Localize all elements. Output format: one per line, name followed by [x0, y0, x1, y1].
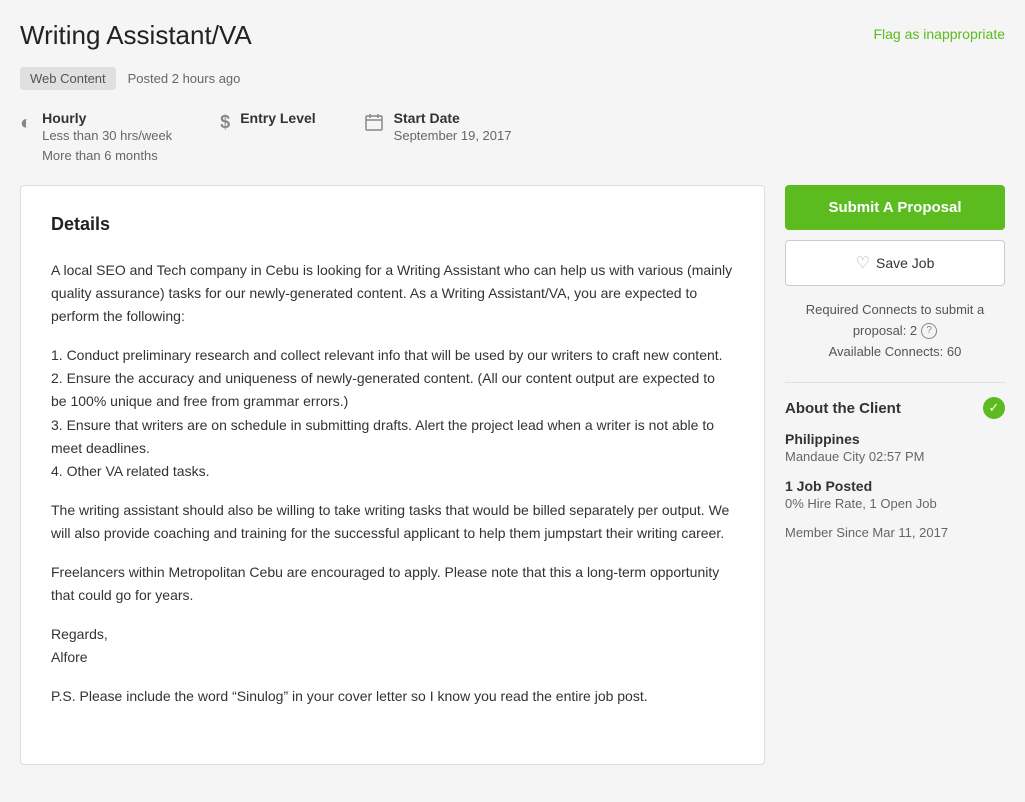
client-member-since: Member Since Mar 11, 2017 — [785, 525, 1005, 540]
verified-icon: ✓ — [983, 397, 1005, 419]
submit-proposal-button[interactable]: Submit A Proposal — [785, 185, 1005, 230]
level-info: $ Entry Level — [220, 110, 316, 165]
details-para-6: P.S. Please include the word “Sinulog” i… — [51, 685, 734, 708]
connects-line1: Required Connects to submit a — [785, 300, 1005, 321]
sidebar: Submit A Proposal ♡ Save Job Required Co… — [785, 185, 1005, 540]
details-heading: Details — [51, 214, 734, 235]
details-para-1: A local SEO and Tech company in Cebu is … — [51, 259, 734, 328]
details-para-3: The writing assistant should also be wil… — [51, 499, 734, 545]
hourly-info: ◐ Hourly Less than 30 hrs/week More than… — [20, 110, 172, 165]
help-icon[interactable]: ? — [921, 323, 937, 339]
save-job-label: Save Job — [876, 255, 934, 271]
calendar-icon — [364, 112, 384, 138]
details-para-2: 1. Conduct preliminary research and coll… — [51, 344, 734, 483]
hourly-sub1: Less than 30 hrs/week — [42, 126, 172, 146]
start-date-label: Start Date — [394, 110, 512, 126]
client-section: About the Client ✓ Philippines Mandaue C… — [785, 397, 1005, 540]
level-label: Entry Level — [240, 110, 315, 126]
dollar-icon: $ — [220, 112, 230, 133]
hourly-label: Hourly — [42, 110, 172, 126]
info-bar: ◐ Hourly Less than 30 hrs/week More than… — [20, 110, 1005, 165]
connects-info: Required Connects to submit a proposal: … — [785, 300, 1005, 362]
details-body: A local SEO and Tech company in Cebu is … — [51, 259, 734, 709]
start-date-value: September 19, 2017 — [394, 126, 512, 146]
start-date-info: Start Date September 19, 2017 — [364, 110, 512, 165]
heart-icon: ♡ — [856, 253, 870, 273]
flag-inappropriate-link[interactable]: Flag as inappropriate — [873, 26, 1005, 42]
page-title: Writing Assistant/VA — [20, 20, 252, 51]
content-panel: Details A local SEO and Tech company in … — [20, 185, 765, 765]
client-section-title: About the Client — [785, 400, 901, 417]
connects-line3: Available Connects: 60 — [785, 342, 1005, 363]
client-country: Philippines — [785, 431, 1005, 447]
client-hire-rate: 0% Hire Rate, 1 Open Job — [785, 496, 1005, 511]
category-tag: Web Content — [20, 67, 116, 90]
client-jobs-posted: 1 Job Posted — [785, 478, 1005, 494]
details-para-4: Freelancers within Metropolitan Cebu are… — [51, 561, 734, 607]
client-header: About the Client ✓ — [785, 397, 1005, 419]
details-para-5: Regards, Alfore — [51, 623, 734, 669]
clock-icon: ◐ — [20, 112, 32, 135]
hourly-sub2: More than 6 months — [42, 146, 172, 166]
client-city-time: Mandaue City 02:57 PM — [785, 449, 1005, 464]
posted-time: Posted 2 hours ago — [128, 71, 241, 86]
save-job-button[interactable]: ♡ Save Job — [785, 240, 1005, 286]
connects-line2-row: proposal: 2 ? — [785, 321, 1005, 342]
divider — [785, 382, 1005, 383]
